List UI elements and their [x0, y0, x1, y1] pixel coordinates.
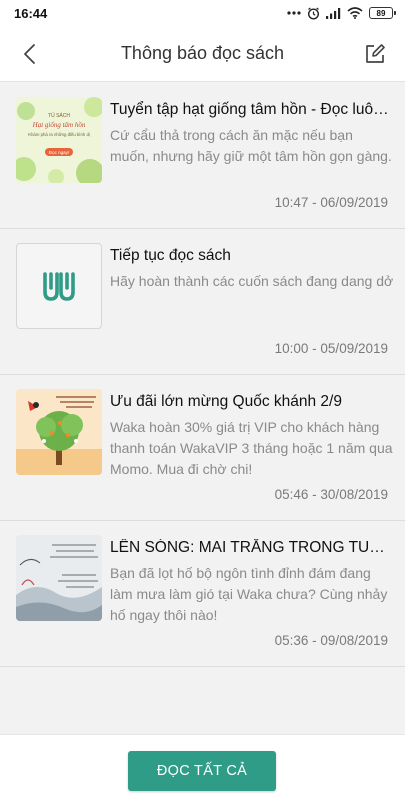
back-button[interactable] — [14, 38, 46, 70]
thumb-text-1: TỦ SÁCH — [48, 112, 70, 119]
wifi-icon — [347, 7, 363, 19]
notification-time: 10:00 - 05/09/2019 — [274, 341, 388, 356]
read-all-button[interactable]: ĐỌC TẤT CẢ — [128, 751, 276, 791]
notification-time: 05:46 - 30/08/2019 — [274, 487, 388, 502]
notification-item[interactable]: LÊN SÓNG: MAI TRẮNG TRONG TUYẾT -... Bạn… — [0, 521, 405, 667]
notification-item[interactable]: Ưu đãi lớn mừng Quốc khánh 2/9 Waka hoàn… — [0, 375, 405, 521]
thumb-text-3: Khám phá ra những điều bình dị — [28, 132, 90, 137]
notification-body: Waka hoàn 30% giá trị VIP cho khách hàng… — [110, 419, 393, 477]
battery-level: 89 — [376, 8, 386, 18]
notification-thumbnail — [16, 389, 102, 475]
notification-body: Hãy hoàn thành các cuốn sách đang dang d… — [110, 273, 394, 289]
notification-thumbnail — [16, 535, 102, 621]
header-bar: Thông báo đọc sách — [0, 26, 405, 82]
back-arrow-icon — [24, 43, 35, 64]
notification-thumbnail — [16, 243, 102, 329]
more-dots-icon — [287, 11, 301, 15]
edit-button[interactable] — [359, 38, 391, 70]
notification-time: 10:47 - 06/09/2019 — [274, 195, 388, 210]
notification-title: Tiếp tục đọc sách — [110, 247, 231, 264]
signal-icon — [326, 7, 341, 19]
page-title: Thông báo đọc sách — [120, 43, 285, 63]
notification-title: Ưu đãi lớn mừng Quốc khánh 2/9 — [110, 393, 342, 410]
bottom-bar: ĐỌC TẤT CẢ — [0, 734, 405, 810]
notification-body: Bạn đã lọt hố bộ ngôn tình đỉnh đám đang… — [110, 565, 388, 623]
edit-icon — [366, 43, 385, 63]
notification-title: Tuyển tập hạt giống tâm hồn - Đọc luôn .… — [110, 101, 395, 118]
alarm-icon — [307, 7, 320, 20]
status-bar: 16:44 89 — [0, 0, 405, 26]
notification-title: LÊN SÓNG: MAI TRẮNG TRONG TUYẾT -... — [110, 539, 395, 556]
status-icons: 89 — [287, 7, 396, 20]
waka-logo-icon — [43, 272, 75, 301]
status-time: 16:44 — [14, 5, 48, 21]
thumb-text-2: Hạt giống tâm hồn — [32, 121, 86, 129]
notification-list: TỦ SÁCH Hạt giống tâm hồn Khám phá ra nh… — [0, 83, 405, 667]
battery-icon: 89 — [369, 7, 396, 19]
notification-item[interactable]: Tiếp tục đọc sách Hãy hoàn thành các cuố… — [0, 229, 405, 375]
thumb-text-4: Đọc ngay! — [49, 150, 69, 155]
notification-time: 05:36 - 09/08/2019 — [274, 633, 388, 648]
notification-thumbnail: TỦ SÁCH Hạt giống tâm hồn Khám phá ra nh… — [16, 97, 102, 183]
notification-item[interactable]: TỦ SÁCH Hạt giống tâm hồn Khám phá ra nh… — [0, 83, 405, 229]
notification-body: Cứ cẩu thả trong cách ăn mặc nếu bạn muố… — [110, 127, 392, 164]
